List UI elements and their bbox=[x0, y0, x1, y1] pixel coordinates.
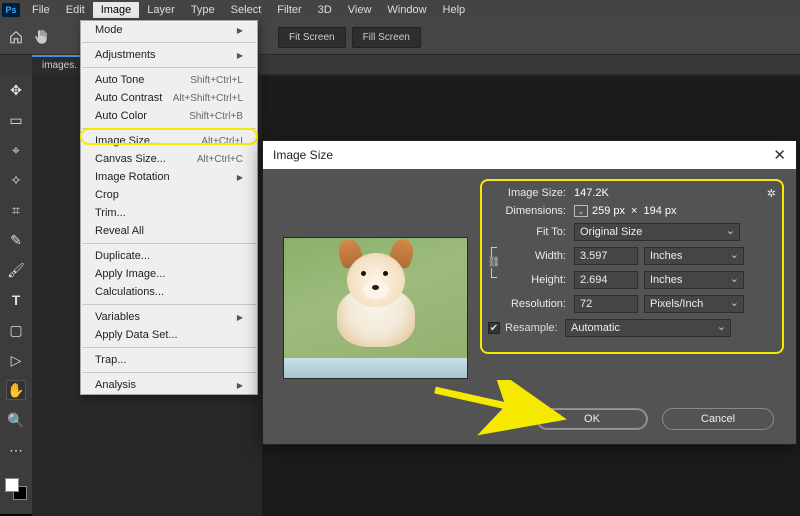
image-size-value: 147.2K bbox=[574, 187, 609, 199]
fit-to-select[interactable] bbox=[574, 223, 740, 241]
menu-edit[interactable]: Edit bbox=[58, 2, 93, 18]
menu-3d[interactable]: 3D bbox=[310, 2, 340, 18]
menu-item-crop[interactable]: Crop bbox=[81, 186, 257, 204]
image-menu-dropdown: Mode Adjustments Auto ToneShift+Ctrl+L A… bbox=[80, 20, 258, 395]
fit-to-label: Fit To: bbox=[488, 226, 574, 238]
width-field[interactable] bbox=[574, 247, 638, 265]
gear-icon[interactable]: ✲ bbox=[767, 187, 776, 200]
menu-item-mode[interactable]: Mode bbox=[81, 21, 257, 39]
color-swatch[interactable] bbox=[5, 478, 27, 500]
height-unit-select[interactable] bbox=[644, 271, 744, 289]
zoom-tool-icon[interactable]: 🔍 bbox=[6, 410, 26, 430]
close-icon[interactable]: ✕ bbox=[773, 146, 786, 164]
resolution-field[interactable] bbox=[574, 295, 638, 313]
dialog-titlebar: Image Size ✕ bbox=[263, 141, 796, 169]
image-size-panel: ✲ Image Size:147.2K Dimensions: ⌄ 259 px… bbox=[488, 187, 776, 379]
menu-item-apply-data-set[interactable]: Apply Data Set... bbox=[81, 326, 257, 344]
ok-button[interactable]: OK bbox=[536, 408, 648, 430]
menu-item-trap[interactable]: Trap... bbox=[81, 351, 257, 369]
menu-window[interactable]: Window bbox=[379, 2, 434, 18]
constrain-proportions-icon[interactable]: ⛓ bbox=[488, 247, 500, 295]
menu-file[interactable]: File bbox=[24, 2, 58, 18]
document-tab[interactable]: images. bbox=[32, 55, 87, 74]
resample-label: Resample: bbox=[505, 322, 565, 334]
home-icon[interactable] bbox=[6, 27, 26, 47]
crop-tool-icon[interactable]: ⌗ bbox=[6, 200, 26, 220]
menubar: Ps File Edit Image Layer Type Select Fil… bbox=[0, 0, 800, 20]
eyedropper-tool-icon[interactable]: ✎ bbox=[6, 230, 26, 250]
cancel-button[interactable]: Cancel bbox=[662, 408, 774, 430]
menu-item-reveal-all[interactable]: Reveal All bbox=[81, 222, 257, 240]
menu-item-adjustments[interactable]: Adjustments bbox=[81, 46, 257, 64]
tool-strip: ✥ ▭ ⌖ ✧ ⌗ ✎ 🖌 T ▢ ▷ ✋ 🔍 ⋯ bbox=[0, 74, 32, 514]
fill-screen-button[interactable]: Fill Screen bbox=[352, 27, 421, 48]
menu-select[interactable]: Select bbox=[223, 2, 270, 18]
image-preview bbox=[283, 237, 468, 379]
menu-image[interactable]: Image bbox=[93, 2, 140, 18]
magic-wand-tool-icon[interactable]: ✧ bbox=[6, 170, 26, 190]
menu-item-auto-tone[interactable]: Auto ToneShift+Ctrl+L bbox=[81, 71, 257, 89]
image-size-label: Image Size: bbox=[488, 187, 574, 199]
menu-item-calculations[interactable]: Calculations... bbox=[81, 283, 257, 301]
menu-item-duplicate[interactable]: Duplicate... bbox=[81, 247, 257, 265]
width-label: Width: bbox=[504, 250, 574, 262]
menu-help[interactable]: Help bbox=[435, 2, 474, 18]
height-label: Height: bbox=[504, 274, 574, 286]
resolution-label: Resolution: bbox=[488, 298, 574, 310]
more-tools-icon[interactable]: ⋯ bbox=[6, 440, 26, 460]
marquee-tool-icon[interactable]: ▭ bbox=[6, 110, 26, 130]
dimensions-label: Dimensions: bbox=[488, 205, 574, 217]
resample-checkbox[interactable]: ✔ bbox=[488, 322, 500, 334]
app-logo: Ps bbox=[2, 3, 20, 17]
rectangle-tool-icon[interactable]: ▢ bbox=[6, 320, 26, 340]
times-icon: × bbox=[631, 205, 637, 217]
move-tool-icon[interactable]: ✥ bbox=[6, 80, 26, 100]
menu-item-auto-color[interactable]: Auto ColorShift+Ctrl+B bbox=[81, 107, 257, 125]
dialog-title: Image Size bbox=[273, 148, 333, 162]
dialog-footer: OK Cancel bbox=[263, 408, 796, 430]
menu-item-apply-image[interactable]: Apply Image... bbox=[81, 265, 257, 283]
menu-item-image-rotation[interactable]: Image Rotation bbox=[81, 168, 257, 186]
menu-item-canvas-size[interactable]: Canvas Size...Alt+Ctrl+C bbox=[81, 150, 257, 168]
height-field[interactable] bbox=[574, 271, 638, 289]
image-size-dialog: Image Size ✕ ✲ Image Size:147.2K Dimensi… bbox=[262, 140, 797, 445]
resolution-unit-select[interactable] bbox=[644, 295, 744, 313]
menu-type[interactable]: Type bbox=[183, 2, 223, 18]
menu-item-trim[interactable]: Trim... bbox=[81, 204, 257, 222]
width-unit-select[interactable] bbox=[644, 247, 744, 265]
path-select-tool-icon[interactable]: ▷ bbox=[6, 350, 26, 370]
menu-item-variables[interactable]: Variables bbox=[81, 308, 257, 326]
menu-filter[interactable]: Filter bbox=[269, 2, 309, 18]
hand-tool-icon[interactable] bbox=[32, 27, 52, 47]
menu-view[interactable]: View bbox=[340, 2, 380, 18]
menu-item-auto-contrast[interactable]: Auto ContrastAlt+Shift+Ctrl+L bbox=[81, 89, 257, 107]
menu-item-analysis[interactable]: Analysis bbox=[81, 376, 257, 394]
menu-item-image-size[interactable]: Image Size...Alt+Ctrl+I bbox=[81, 132, 257, 150]
lasso-tool-icon[interactable]: ⌖ bbox=[6, 140, 26, 160]
dimensions-unit-icon[interactable]: ⌄ bbox=[574, 205, 588, 217]
menu-layer[interactable]: Layer bbox=[139, 2, 183, 18]
type-tool-icon[interactable]: T bbox=[6, 290, 26, 310]
hand-tool-icon[interactable]: ✋ bbox=[6, 380, 26, 400]
dimensions-height: 194 px bbox=[643, 205, 676, 217]
dimensions-width: 259 px bbox=[592, 205, 625, 217]
fit-screen-button[interactable]: Fit Screen bbox=[278, 27, 346, 48]
resample-select[interactable] bbox=[565, 319, 731, 337]
brush-tool-icon[interactable]: 🖌 bbox=[6, 260, 26, 280]
